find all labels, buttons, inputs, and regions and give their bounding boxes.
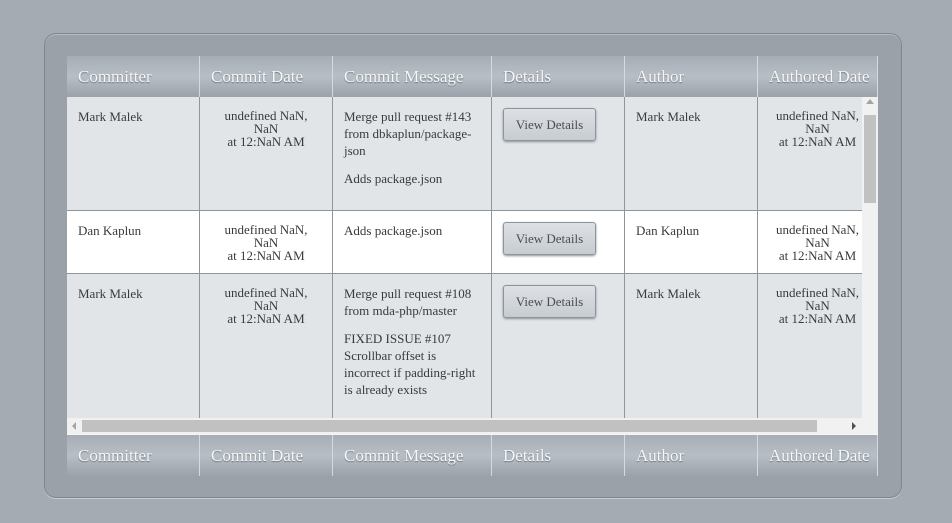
table-body: Mark Malek undefined NaN, NaN at 12:NaN …	[67, 97, 862, 418]
horizontal-scrollbar[interactable]	[67, 418, 878, 434]
authored-date-cell: undefined NaN, NaN at 12:NaN AM	[758, 97, 862, 210]
column-header-commit-date[interactable]: Commit Date	[200, 56, 333, 97]
commit-message-cell: Merge pull request #143 from dbkaplun/pa…	[333, 97, 492, 210]
details-cell: View Details	[492, 97, 625, 210]
date-line: at 12:NaN AM	[778, 248, 857, 263]
details-cell: View Details	[492, 211, 625, 273]
column-header-details[interactable]: Details	[492, 56, 625, 97]
author-cell: Dan Kaplun	[625, 211, 758, 273]
committer-cell: Mark Malek	[67, 97, 200, 210]
authored-date-cell: undefined NaN, NaN at 12:NaN AM	[758, 211, 862, 273]
scroll-right-arrow-icon[interactable]	[852, 422, 856, 430]
footer-header-commit-date[interactable]: Commit Date	[200, 435, 333, 476]
view-details-button[interactable]: View Details	[503, 222, 596, 255]
footer-header-details[interactable]: Details	[492, 435, 625, 476]
scroll-left-arrow-icon[interactable]	[72, 422, 76, 430]
message-body: FIXED ISSUE #107 Scrollbar offset is inc…	[344, 331, 476, 397]
author-cell: Mark Malek	[625, 274, 758, 418]
authored-date-cell: undefined NaN, NaN at 12:NaN AM	[758, 274, 862, 418]
horizontal-scroll-thumb[interactable]	[82, 420, 817, 432]
table-row: Mark Malek undefined NaN, NaN at 12:NaN …	[67, 274, 862, 418]
message-title: Merge pull request #108 from mda-php/mas…	[344, 286, 472, 318]
message-title: Merge pull request #143 from dbkaplun/pa…	[344, 109, 472, 158]
column-header-authored-date[interactable]: Authored Date	[758, 56, 878, 97]
table-row: Dan Kaplun undefined NaN, NaN at 12:NaN …	[67, 211, 862, 274]
vertical-scrollbar[interactable]	[862, 97, 878, 418]
commit-date-cell: undefined NaN, NaN at 12:NaN AM	[200, 211, 333, 273]
commit-date-cell: undefined NaN, NaN at 12:NaN AM	[200, 97, 333, 210]
view-details-button[interactable]: View Details	[503, 285, 596, 318]
table-header: Committer Commit Date Commit Message Det…	[67, 56, 878, 98]
commits-grid: Committer Commit Date Commit Message Det…	[67, 56, 878, 476]
footer-header-committer[interactable]: Committer	[67, 435, 200, 476]
date-line: at 12:NaN AM	[227, 248, 305, 263]
commit-date-cell: undefined NaN, NaN at 12:NaN AM	[200, 274, 333, 418]
column-header-author[interactable]: Author	[625, 56, 758, 97]
author-cell: Mark Malek	[625, 97, 758, 210]
date-line: at 12:NaN AM	[227, 311, 305, 326]
view-details-button[interactable]: View Details	[503, 108, 596, 141]
footer-header-commit-message[interactable]: Commit Message	[333, 435, 492, 476]
date-line: at 12:NaN AM	[778, 134, 857, 149]
message-title: Adds package.json	[344, 223, 443, 238]
column-header-commit-message[interactable]: Commit Message	[333, 56, 492, 97]
message-body: Adds package.json	[344, 171, 443, 186]
footer-header-authored-date[interactable]: Authored Date	[758, 435, 878, 476]
table-row: Mark Malek undefined NaN, NaN at 12:NaN …	[67, 97, 862, 211]
committer-cell: Dan Kaplun	[67, 211, 200, 273]
commit-message-cell: Adds package.json	[333, 211, 492, 273]
footer-header-author[interactable]: Author	[625, 435, 758, 476]
scroll-up-arrow-icon[interactable]	[866, 99, 874, 104]
committer-cell: Mark Malek	[67, 274, 200, 418]
commit-message-cell: Merge pull request #108 from mda-php/mas…	[333, 274, 492, 418]
details-cell: View Details	[492, 274, 625, 418]
column-header-committer[interactable]: Committer	[67, 56, 200, 97]
table-footer: Committer Commit Date Commit Message Det…	[67, 434, 878, 476]
vertical-scroll-thumb[interactable]	[864, 115, 876, 203]
date-line: at 12:NaN AM	[778, 311, 857, 326]
date-line: at 12:NaN AM	[227, 134, 305, 149]
